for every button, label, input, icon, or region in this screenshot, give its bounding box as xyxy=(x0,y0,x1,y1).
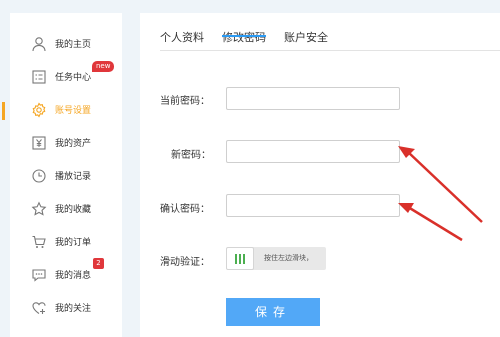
annotation-arrow xyxy=(407,205,463,242)
annotation-arrow xyxy=(407,151,483,223)
annotation-arrows xyxy=(398,146,483,242)
